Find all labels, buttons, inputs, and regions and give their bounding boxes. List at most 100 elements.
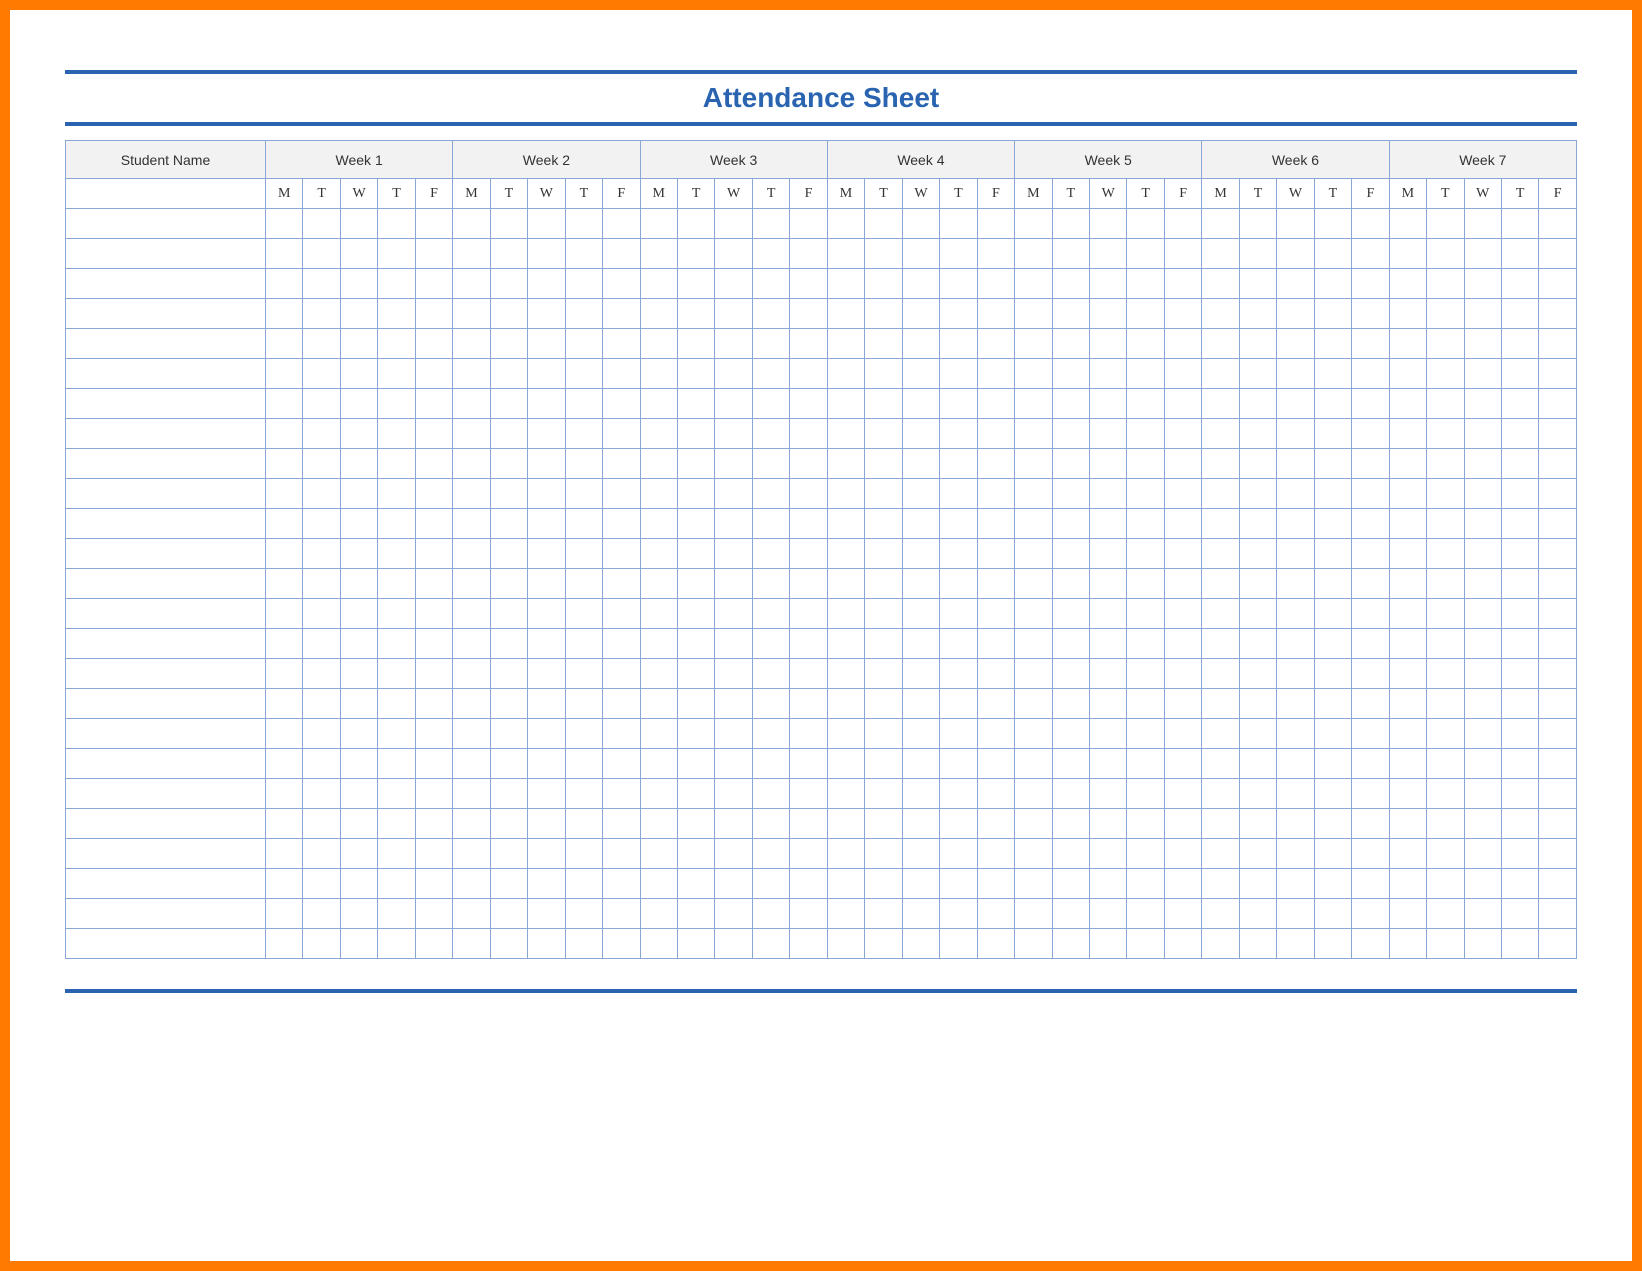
attendance-cell[interactable] (603, 899, 640, 929)
attendance-cell[interactable] (453, 929, 490, 959)
attendance-cell[interactable] (1464, 689, 1501, 719)
student-name-cell[interactable] (66, 659, 266, 689)
attendance-cell[interactable] (1539, 869, 1577, 899)
attendance-cell[interactable] (565, 269, 602, 299)
attendance-cell[interactable] (827, 239, 864, 269)
attendance-cell[interactable] (378, 419, 415, 449)
attendance-cell[interactable] (453, 719, 490, 749)
attendance-cell[interactable] (1352, 869, 1389, 899)
attendance-cell[interactable] (1427, 599, 1464, 629)
attendance-cell[interactable] (415, 419, 452, 449)
attendance-cell[interactable] (378, 329, 415, 359)
attendance-cell[interactable] (1239, 329, 1276, 359)
attendance-cell[interactable] (677, 659, 714, 689)
attendance-cell[interactable] (378, 809, 415, 839)
attendance-cell[interactable] (1539, 359, 1577, 389)
attendance-cell[interactable] (827, 869, 864, 899)
attendance-cell[interactable] (1464, 809, 1501, 839)
attendance-cell[interactable] (1464, 629, 1501, 659)
attendance-cell[interactable] (415, 389, 452, 419)
attendance-cell[interactable] (940, 299, 977, 329)
attendance-cell[interactable] (1389, 929, 1426, 959)
attendance-cell[interactable] (1314, 479, 1351, 509)
attendance-cell[interactable] (1202, 749, 1239, 779)
attendance-cell[interactable] (1352, 569, 1389, 599)
attendance-cell[interactable] (1239, 689, 1276, 719)
attendance-cell[interactable] (1164, 809, 1201, 839)
attendance-cell[interactable] (528, 839, 565, 869)
attendance-cell[interactable] (1164, 269, 1201, 299)
attendance-cell[interactable] (1164, 509, 1201, 539)
attendance-cell[interactable] (340, 359, 377, 389)
attendance-cell[interactable] (1277, 839, 1314, 869)
attendance-cell[interactable] (378, 839, 415, 869)
attendance-cell[interactable] (1539, 389, 1577, 419)
attendance-cell[interactable] (715, 359, 752, 389)
attendance-cell[interactable] (1464, 569, 1501, 599)
attendance-cell[interactable] (1464, 419, 1501, 449)
attendance-cell[interactable] (415, 839, 452, 869)
attendance-cell[interactable] (1501, 509, 1538, 539)
attendance-cell[interactable] (1389, 719, 1426, 749)
attendance-cell[interactable] (303, 779, 340, 809)
attendance-cell[interactable] (1314, 239, 1351, 269)
attendance-cell[interactable] (565, 899, 602, 929)
attendance-cell[interactable] (1277, 269, 1314, 299)
attendance-cell[interactable] (1164, 239, 1201, 269)
attendance-cell[interactable] (1352, 749, 1389, 779)
attendance-cell[interactable] (827, 269, 864, 299)
attendance-cell[interactable] (977, 539, 1014, 569)
attendance-cell[interactable] (1277, 659, 1314, 689)
attendance-cell[interactable] (1202, 389, 1239, 419)
attendance-cell[interactable] (977, 929, 1014, 959)
attendance-cell[interactable] (1352, 779, 1389, 809)
attendance-cell[interactable] (1089, 659, 1126, 689)
attendance-cell[interactable] (640, 209, 677, 239)
attendance-cell[interactable] (415, 779, 452, 809)
attendance-cell[interactable] (1389, 839, 1426, 869)
attendance-cell[interactable] (1352, 329, 1389, 359)
attendance-cell[interactable] (1052, 239, 1089, 269)
attendance-cell[interactable] (1427, 479, 1464, 509)
attendance-cell[interactable] (528, 779, 565, 809)
attendance-cell[interactable] (1314, 329, 1351, 359)
attendance-cell[interactable] (902, 929, 939, 959)
attendance-cell[interactable] (790, 869, 827, 899)
attendance-cell[interactable] (1202, 869, 1239, 899)
attendance-cell[interactable] (752, 689, 789, 719)
attendance-cell[interactable] (677, 839, 714, 869)
attendance-cell[interactable] (1539, 689, 1577, 719)
attendance-cell[interactable] (640, 419, 677, 449)
attendance-cell[interactable] (752, 899, 789, 929)
attendance-cell[interactable] (1239, 389, 1276, 419)
attendance-cell[interactable] (340, 929, 377, 959)
attendance-cell[interactable] (1314, 449, 1351, 479)
attendance-cell[interactable] (1202, 539, 1239, 569)
attendance-cell[interactable] (865, 869, 902, 899)
attendance-cell[interactable] (303, 689, 340, 719)
attendance-cell[interactable] (752, 809, 789, 839)
attendance-cell[interactable] (453, 599, 490, 629)
attendance-cell[interactable] (902, 539, 939, 569)
attendance-cell[interactable] (1089, 839, 1126, 869)
attendance-cell[interactable] (677, 449, 714, 479)
attendance-cell[interactable] (528, 719, 565, 749)
attendance-cell[interactable] (1501, 839, 1538, 869)
student-name-cell[interactable] (66, 419, 266, 449)
attendance-cell[interactable] (827, 539, 864, 569)
attendance-cell[interactable] (1389, 869, 1426, 899)
student-name-cell[interactable] (66, 539, 266, 569)
attendance-cell[interactable] (1389, 449, 1426, 479)
attendance-cell[interactable] (940, 269, 977, 299)
attendance-cell[interactable] (677, 869, 714, 899)
attendance-cell[interactable] (865, 689, 902, 719)
student-name-cell[interactable] (66, 359, 266, 389)
attendance-cell[interactable] (865, 509, 902, 539)
attendance-cell[interactable] (677, 269, 714, 299)
attendance-cell[interactable] (303, 449, 340, 479)
attendance-cell[interactable] (902, 869, 939, 899)
attendance-cell[interactable] (453, 389, 490, 419)
attendance-cell[interactable] (677, 719, 714, 749)
attendance-cell[interactable] (1314, 749, 1351, 779)
attendance-cell[interactable] (1089, 929, 1126, 959)
